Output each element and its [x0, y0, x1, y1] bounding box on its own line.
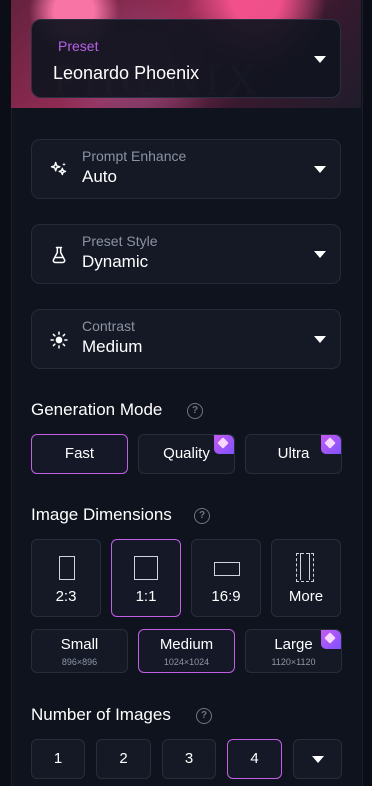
flask-icon [52, 246, 66, 264]
aspect-more-button[interactable]: More [271, 539, 341, 617]
mode-ultra-button[interactable]: Ultra [245, 434, 342, 474]
size-large-button[interactable]: Large 1120×1120 [245, 629, 342, 673]
aspect-1-1-label: 1:1 [135, 588, 157, 605]
help-icon[interactable]: ? [187, 403, 203, 419]
more-number-options-button[interactable] [293, 739, 342, 779]
aspect-1-1-button[interactable]: 1:1 [111, 539, 181, 617]
size-medium-resolution: 1024×1024 [163, 657, 210, 667]
prompt-enhance-dropdown[interactable]: Prompt Enhance Auto [31, 139, 341, 199]
mode-ultra-label: Ultra [277, 445, 310, 462]
mode-quality-label: Quality [163, 445, 210, 462]
preset-style-dropdown[interactable]: Preset Style Dynamic [31, 224, 341, 284]
preset-style-value: Dynamic [82, 252, 149, 271]
contrast-value: Medium [82, 337, 143, 356]
more-ratios-inner-icon [300, 553, 310, 580]
help-icon[interactable]: ? [194, 508, 210, 524]
square-ratio-icon [134, 556, 158, 580]
mode-fast-button[interactable]: Fast [31, 434, 128, 474]
prompt-enhance-label: Prompt Enhance [82, 148, 187, 164]
prompt-enhance-value: Auto [82, 167, 117, 186]
number-3-label: 3 [184, 750, 194, 767]
contrast-label: Contrast [82, 318, 135, 334]
chevron-down-icon [314, 251, 326, 258]
aspect-2-3-button[interactable]: 2:3 [31, 539, 101, 617]
mode-quality-button[interactable]: Quality [138, 434, 235, 474]
premium-diamond-icon [321, 630, 341, 649]
chevron-down-icon [314, 166, 326, 173]
help-icon[interactable]: ? [196, 708, 212, 724]
chevron-down-icon [311, 756, 324, 763]
number-1-label: 1 [53, 750, 63, 767]
number-4-button[interactable]: 4 [227, 739, 282, 779]
preset-label: Preset [58, 38, 99, 54]
size-large-resolution: 1120×1120 [271, 657, 316, 667]
image-dimensions-title: Image Dimensions [31, 505, 172, 524]
number-1-button[interactable]: 1 [31, 739, 85, 779]
sparkles-icon [50, 161, 67, 176]
size-small-label: Small [60, 636, 99, 653]
chevron-down-icon [314, 336, 326, 343]
number-of-images-title: Number of Images [31, 705, 171, 724]
aspect-2-3-label: 2:3 [55, 588, 77, 605]
preset-value: Leonardo Phoenix [53, 63, 200, 83]
premium-diamond-icon [321, 435, 341, 454]
portrait-ratio-icon [59, 556, 75, 580]
aspect-16-9-label: 16:9 [211, 588, 241, 605]
size-small-button[interactable]: Small 896×896 [31, 629, 128, 673]
premium-diamond-icon [214, 435, 234, 454]
preset-style-label: Preset Style [82, 233, 158, 249]
contrast-dropdown[interactable]: Contrast Medium [31, 309, 341, 369]
chevron-down-icon [314, 55, 326, 63]
aspect-more-label: More [288, 588, 324, 605]
number-3-button[interactable]: 3 [162, 739, 216, 779]
mode-fast-label: Fast [64, 445, 95, 462]
number-2-label: 2 [119, 750, 128, 767]
size-small-resolution: 896×896 [61, 657, 98, 667]
number-4-label: 4 [250, 750, 259, 767]
number-2-button[interactable]: 2 [96, 739, 151, 779]
aspect-16-9-button[interactable]: 16:9 [191, 539, 261, 617]
sun-icon [50, 331, 68, 349]
generation-mode-title: Generation Mode [31, 400, 163, 419]
size-medium-button[interactable]: Medium 1024×1024 [138, 629, 235, 673]
preset-dropdown[interactable]: Preset Leonardo Phoenix [31, 19, 341, 98]
landscape-ratio-icon [214, 562, 240, 576]
size-medium-label: Medium [159, 636, 214, 653]
